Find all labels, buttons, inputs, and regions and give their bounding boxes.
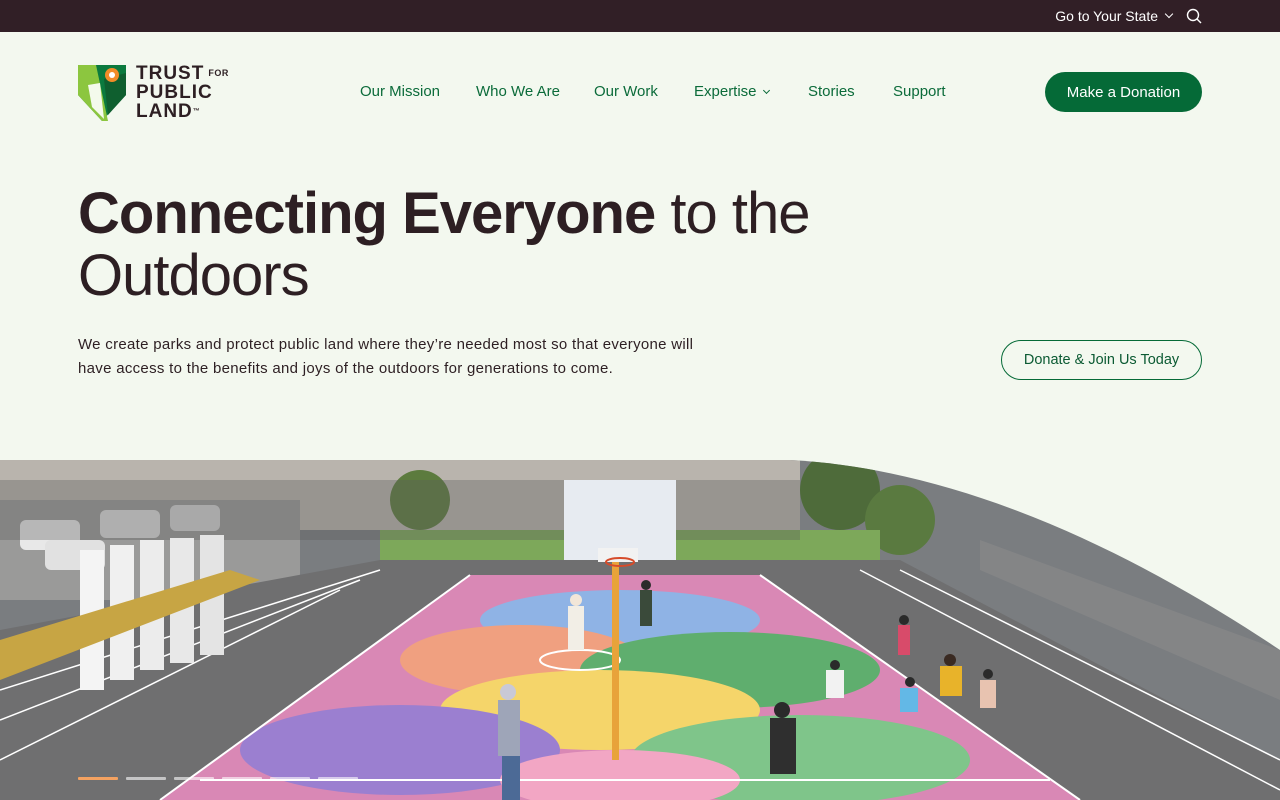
nav-who-we-are[interactable]: Who We Are xyxy=(476,83,560,100)
carousel-dot[interactable] xyxy=(318,777,358,780)
chevron-down-icon xyxy=(1164,9,1174,19)
nav-expertise[interactable]: Expertise xyxy=(694,83,770,100)
hero-title: Connecting Everyone to the Outdoors xyxy=(78,183,838,307)
logo-mark-icon xyxy=(78,64,126,121)
nav-our-work[interactable]: Our Work xyxy=(594,83,658,100)
make-a-donation-button[interactable]: Make a Donation xyxy=(1045,72,1202,112)
donate-join-button[interactable]: Donate & Join Us Today xyxy=(1001,340,1202,380)
chevron-down-icon xyxy=(762,86,770,95)
carousel-dot[interactable] xyxy=(126,777,166,780)
carousel-dot[interactable] xyxy=(174,777,214,780)
hero-title-strong: Connecting Everyone xyxy=(78,181,656,246)
hero-title-line2: Outdoors xyxy=(78,243,310,308)
search-icon[interactable] xyxy=(1186,8,1202,24)
nav-expertise-label: Expertise xyxy=(694,83,757,100)
top-utility-bar: Go to Your State xyxy=(0,0,1280,32)
hero-description: We create parks and protect public land … xyxy=(78,336,694,377)
carousel-dot[interactable] xyxy=(78,777,118,780)
trust-for-public-land-logo[interactable]: TRUST FOR PUBLIC LAND™ xyxy=(78,64,229,121)
nav-our-mission[interactable]: Our Mission xyxy=(360,83,440,100)
carousel-indicators xyxy=(78,777,358,780)
nav-stories[interactable]: Stories xyxy=(808,83,855,100)
logo-wordmark: TRUST FOR PUBLIC LAND™ xyxy=(136,63,229,122)
go-to-your-state-dropdown[interactable]: Go to Your State xyxy=(1055,8,1174,24)
nav-support[interactable]: Support xyxy=(893,83,946,100)
hero-playground-image xyxy=(0,460,1280,800)
carousel-dot[interactable] xyxy=(270,777,310,780)
hero-title-rest: to the xyxy=(655,181,810,246)
state-link-label: Go to Your State xyxy=(1055,8,1158,24)
carousel-dot[interactable] xyxy=(222,777,262,780)
